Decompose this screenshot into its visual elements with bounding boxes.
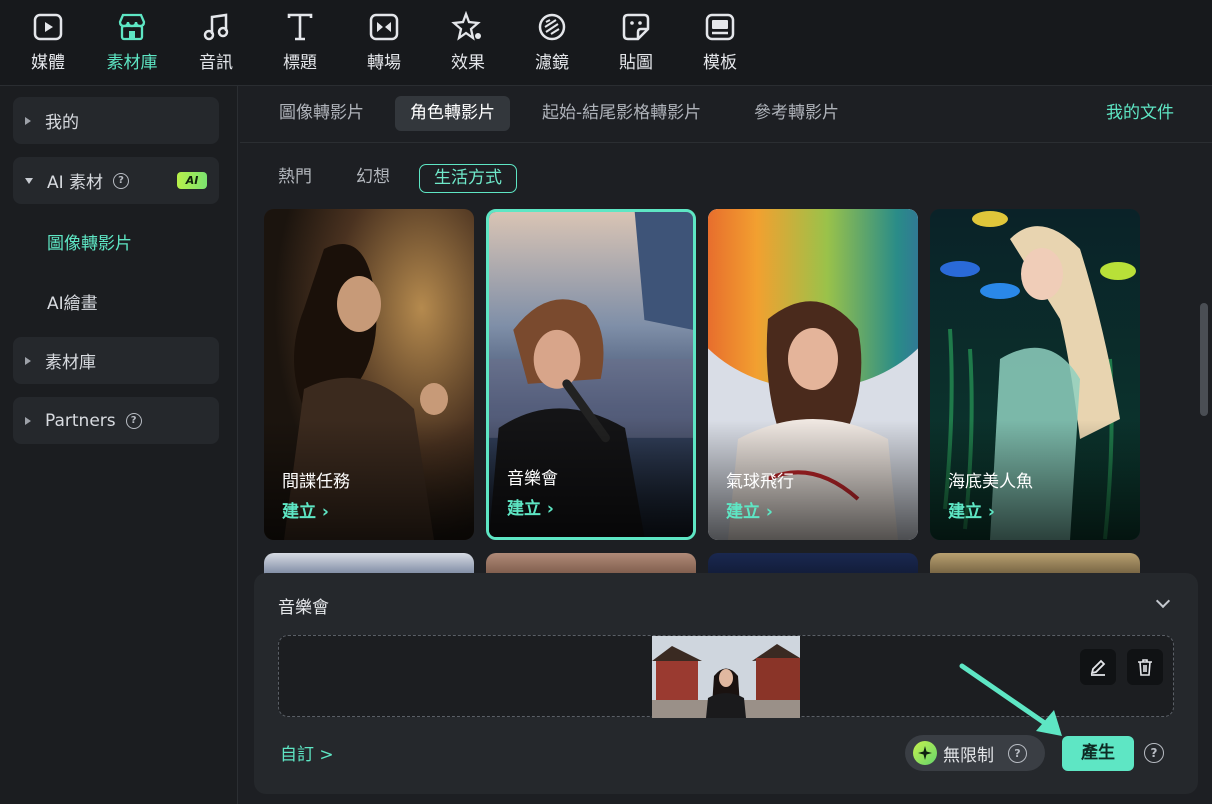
card-create-link[interactable]: 建立 › <box>507 494 554 519</box>
card-create-link[interactable]: 建立 › <box>948 497 995 522</box>
toolbar-titles-label: 標題 <box>283 53 317 73</box>
template-card[interactable]: 海底美人魚 建立 › <box>930 209 1140 540</box>
toolbar-transitions[interactable]: 轉場 <box>352 8 416 78</box>
transition-icon <box>369 13 399 41</box>
toolbar-stickers[interactable]: 貼圖 <box>604 8 668 78</box>
toolbar-audio[interactable]: 音訊 <box>184 8 248 78</box>
template-icon <box>705 13 735 41</box>
toolbar-filters[interactable]: 濾鏡 <box>520 8 584 78</box>
top-toolbar: 媒體 素材庫 音訊 標題 轉場 效果 濾鏡 貼圖 模板 <box>0 0 1212 86</box>
sidebar-subitem-ai-paint[interactable]: AI繪畫 <box>47 289 98 314</box>
caret-right-icon <box>25 416 31 425</box>
toolbar-templates[interactable]: 模板 <box>688 8 752 78</box>
toolbar-transitions-label: 轉場 <box>367 53 401 73</box>
mode-tabs: 圖像轉影片 角色轉影片 起始-結尾影格轉影片 參考轉影片 我的文件 <box>240 86 1212 143</box>
sidebar-subitem-img2video[interactable]: 圖像轉影片 <box>47 229 132 254</box>
my-documents-link[interactable]: 我的文件 <box>1106 96 1174 131</box>
store-icon <box>118 13 146 41</box>
custom-link[interactable]: 自訂 > <box>280 740 334 765</box>
card-create-link[interactable]: 建立 › <box>726 497 773 522</box>
tab-character-to-video[interactable]: 角色轉影片 <box>395 96 510 131</box>
text-t-icon <box>287 13 313 41</box>
card-create-link[interactable]: 建立 › <box>282 497 329 522</box>
toolbar-store[interactable]: 素材庫 <box>100 8 164 78</box>
filter-lifestyle[interactable]: 生活方式 <box>419 164 517 193</box>
chevron-down-icon[interactable] <box>1155 593 1171 609</box>
card-title: 氣球飛行 <box>726 472 794 492</box>
pencil-icon <box>1090 659 1106 676</box>
sidebar: 我的 AI 素材 ? AI 圖像轉影片 AI繪畫 素材庫 Partners ? <box>0 86 238 804</box>
music-note-icon <box>203 13 229 41</box>
toolbar-effects[interactable]: 效果 <box>436 8 500 78</box>
sidebar-item-ai-assets[interactable]: AI 素材 ? AI <box>13 157 219 204</box>
toolbar-media[interactable]: 媒體 <box>16 8 80 78</box>
sidebar-item-library[interactable]: 素材庫 <box>13 337 219 384</box>
effects-star-icon <box>451 10 481 41</box>
sidebar-item-my[interactable]: 我的 <box>13 97 219 144</box>
toolbar-store-label: 素材庫 <box>106 53 158 73</box>
caret-right-icon <box>25 356 31 365</box>
help-icon[interactable]: ? <box>113 172 130 189</box>
toolbar-filters-label: 濾鏡 <box>535 53 569 73</box>
sidebar-item-partners[interactable]: Partners ? <box>13 397 219 444</box>
help-icon[interactable]: ? <box>1144 743 1164 763</box>
template-card[interactable]: 音樂會 建立 › <box>486 209 696 540</box>
sidebar-item-label: AI 素材 <box>47 173 104 193</box>
sidebar-item-label: Partners <box>45 410 116 431</box>
ai-badge: AI <box>177 172 207 189</box>
toolbar-audio-label: 音訊 <box>199 53 233 73</box>
edit-button[interactable] <box>1080 649 1116 685</box>
tab-reference-to-video[interactable]: 參考轉影片 <box>739 96 854 131</box>
sparkle-icon <box>913 741 937 765</box>
trash-icon <box>1138 659 1152 676</box>
delete-button[interactable] <box>1127 649 1163 685</box>
card-title: 間諜任務 <box>282 472 350 492</box>
panel-title: 音樂會 <box>278 598 329 618</box>
tab-image-to-video[interactable]: 圖像轉影片 <box>264 96 379 131</box>
toolbar-media-label: 媒體 <box>31 53 65 73</box>
toolbar-templates-label: 模板 <box>703 53 737 73</box>
tab-start-end-frame[interactable]: 起始-結尾影格轉影片 <box>527 96 716 131</box>
help-icon[interactable]: ? <box>125 412 142 429</box>
uploaded-image <box>652 636 800 718</box>
filter-icon <box>538 13 566 41</box>
template-card[interactable]: 間諜任務 建立 › <box>264 209 474 540</box>
card-title: 音樂會 <box>507 469 558 489</box>
media-icon <box>33 13 63 41</box>
sidebar-item-label: 我的 <box>45 113 79 133</box>
sidebar-item-label: 素材庫 <box>45 353 96 373</box>
caret-down-icon <box>25 177 33 184</box>
caret-right-icon <box>25 116 31 125</box>
annotation-arrow-icon <box>959 663 1062 736</box>
template-card[interactable]: 氣球飛行 建立 › <box>708 209 918 540</box>
uploaded-image-preview <box>652 636 800 718</box>
toolbar-titles[interactable]: 標題 <box>268 8 332 78</box>
toolbar-effects-label: 效果 <box>451 53 485 73</box>
filter-popular[interactable]: 熱門 <box>264 164 326 193</box>
card-title: 海底美人魚 <box>948 472 1033 492</box>
toolbar-stickers-label: 貼圖 <box>619 53 653 73</box>
sticker-icon <box>622 13 650 41</box>
filter-fantasy[interactable]: 幻想 <box>342 164 404 193</box>
scrollbar[interactable] <box>1200 303 1208 416</box>
